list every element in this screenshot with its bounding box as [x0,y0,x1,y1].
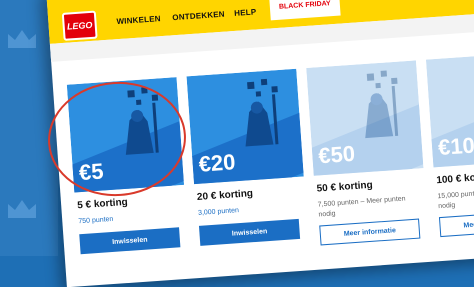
reward-title: 50 € korting [316,179,374,195]
reward-points: 3,000 punten [197,207,240,217]
reward-points: 750 punten [78,215,114,226]
reward-amount: €50 [317,140,356,169]
reward-tile[interactable]: €50 [306,60,424,176]
crown-icon [8,200,36,218]
reward-title: 100 € korting [436,170,474,187]
reward-card: €20 20 € korting 3,000 punten Inwisselen [186,68,310,246]
lego-logo[interactable]: LEGO [61,10,98,41]
more-info-button[interactable]: Meer informatie [438,210,474,238]
reward-amount: €20 [197,149,237,177]
reward-title: 20 € korting [196,188,254,203]
reward-amount: €100 [437,131,474,161]
reward-points: 15,000 punten – Meer [437,188,474,201]
nav-item-ontdekken[interactable]: ONTDEKKEN [172,10,225,23]
more-info-button[interactable]: Meer informatie [319,218,421,246]
wizard-figure-icon [245,78,279,147]
black-friday-tab[interactable]: BLACK FRIDAY [268,0,341,21]
crown-icon [8,30,36,48]
reward-note: nodig [318,210,336,219]
nav-item-help[interactable]: HELP [234,7,257,18]
reward-title: 5 € korting [76,196,129,212]
wizard-figure-icon [365,70,399,139]
reward-points: 7,500 punten – Meer punten [317,195,406,209]
reward-tile[interactable]: €100 [425,51,474,168]
nav-item-winkelen[interactable]: WINKELEN [116,14,161,26]
reward-card: €50 50 € korting 7,500 punten – Meer pun… [306,60,430,246]
reward-note: nodig [437,201,456,211]
reward-card: €100 100 € korting 15,000 punten – Meer … [425,51,474,238]
redeem-button[interactable]: Inwisselen [79,227,181,255]
redeem-button[interactable]: Inwisselen [198,218,301,246]
reward-tile[interactable]: €20 [186,68,304,185]
